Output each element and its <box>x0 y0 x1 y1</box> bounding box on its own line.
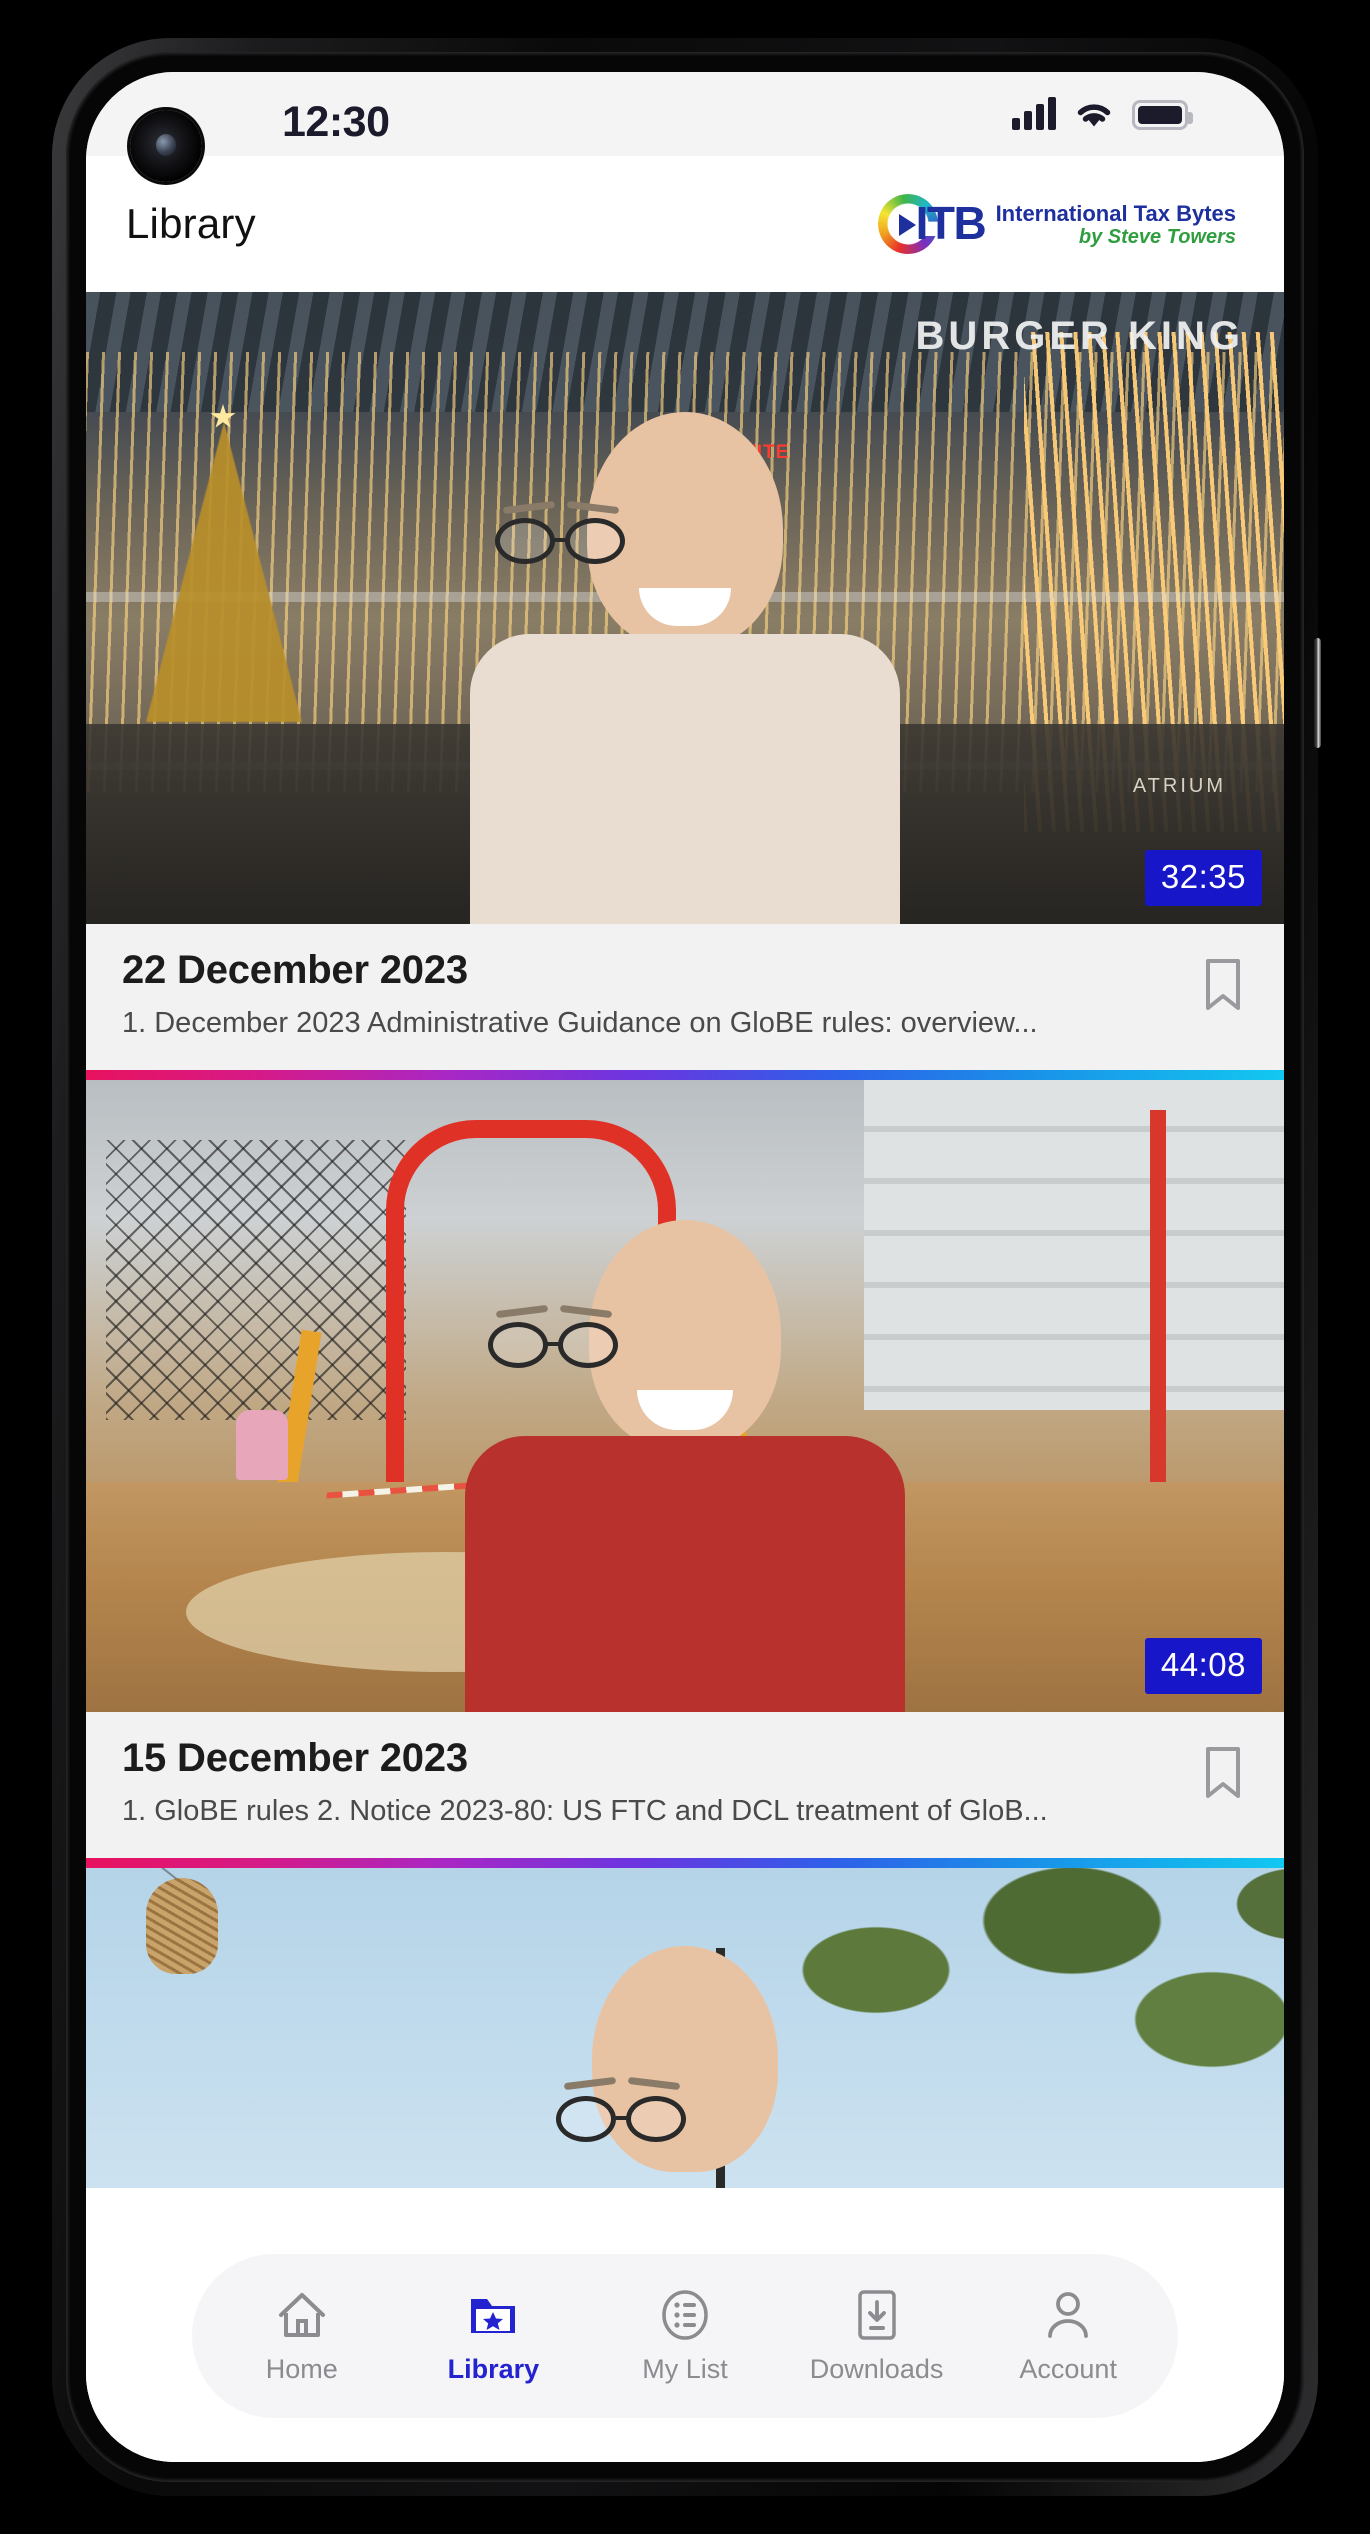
video-description: 1. December 2023 Administrative Guidance… <box>122 1007 1038 1039</box>
front-camera-icon <box>130 110 202 182</box>
itb-logo-wordmark: International Tax Bytes by Steve Towers <box>996 199 1236 249</box>
nav-label-account: Account <box>1019 2353 1117 2384</box>
app-header: Library ITB International Tax Bytes by S… <box>86 156 1284 292</box>
signal-bars-icon <box>1012 96 1056 130</box>
nav-label-downloads: Downloads <box>809 2353 944 2384</box>
mall-sign-atrium: ATRIUM <box>1132 775 1226 797</box>
video-duration-badge: 44:08 <box>1144 1638 1262 1694</box>
wifi-icon <box>1074 96 1114 130</box>
itb-logo-line1: International Tax Bytes <box>995 201 1236 227</box>
thumbnail-scene-outdoor <box>86 1868 1284 2188</box>
video-card[interactable] <box>86 1868 1284 2188</box>
phone-screen: 12:30 Library ITB International Tax Byte… <box>86 72 1284 2462</box>
video-thumbnail[interactable]: BURGER KING BIG APPETITE ATRIUM <box>86 292 1284 924</box>
presenter-figure <box>450 1220 920 1712</box>
nav-label-home: Home <box>265 2353 338 2384</box>
video-card-info: 15 December 2023 1. GloBE rules 2. Notic… <box>86 1712 1284 1858</box>
nav-item-library[interactable]: Library <box>403 2288 583 2385</box>
card-gradient-divider <box>86 1070 1284 1080</box>
mall-sign-main: BURGER KING <box>915 314 1244 358</box>
video-duration-badge: 32:35 <box>1144 850 1262 906</box>
video-date: 15 December 2023 <box>122 1736 468 1780</box>
nav-item-my-list[interactable]: My List <box>595 2288 775 2385</box>
itb-logo-text: ITB <box>915 197 987 249</box>
christmas-tree-icon <box>146 422 302 722</box>
status-bar: 12:30 <box>86 72 1284 156</box>
presenter-figure <box>520 1946 850 2188</box>
video-description: 1. GloBE rules 2. Notice 2023-80: US FTC… <box>122 1795 1048 1827</box>
library-video-list[interactable]: BURGER KING BIG APPETITE ATRIUM <box>86 292 1284 2462</box>
video-card-info: 22 December 2023 1. December 2023 Admini… <box>86 924 1284 1070</box>
phone-download-icon <box>850 2288 904 2342</box>
page-title: Library <box>126 200 256 247</box>
folder-star-icon <box>466 2288 520 2342</box>
thumbnail-scene-mall: BURGER KING BIG APPETITE ATRIUM <box>86 292 1284 924</box>
home-icon <box>275 2288 329 2342</box>
itb-logo-line2: by Steve Towers <box>1078 226 1236 249</box>
bookmark-button[interactable] <box>1204 958 1242 1012</box>
nav-label-my-list: My List <box>642 2353 728 2384</box>
status-bar-clock: 12:30 <box>282 98 390 146</box>
thumbnail-scene-playground <box>86 1080 1284 1712</box>
nav-item-downloads[interactable]: Downloads <box>787 2288 967 2385</box>
status-bar-icons <box>1012 96 1193 130</box>
video-card[interactable]: BURGER KING BIG APPETITE ATRIUM <box>86 292 1284 1080</box>
itb-brand-logo[interactable]: ITB International Tax Bytes by Steve Tow… <box>877 192 1236 256</box>
battery-fill <box>1138 106 1182 124</box>
presenter-figure <box>455 412 915 924</box>
power-button[interactable] <box>1314 638 1321 748</box>
video-thumbnail[interactable]: 44:08 <box>86 1080 1284 1712</box>
bookmark-button[interactable] <box>1204 1746 1242 1800</box>
nav-item-account[interactable]: Account <box>978 2288 1158 2385</box>
hanging-lantern-icon <box>146 1878 218 1974</box>
video-card[interactable]: 44:08 15 December 2023 1. GloBE rules 2.… <box>86 1080 1284 1868</box>
play-triangle-icon <box>898 214 916 236</box>
bottom-navigation-bar: Home Library My List Downloads Account <box>192 2254 1178 2418</box>
person-icon <box>1041 2288 1095 2342</box>
video-thumbnail[interactable] <box>86 1868 1284 2188</box>
nav-item-home[interactable]: Home <box>212 2288 392 2385</box>
list-circle-icon <box>658 2288 712 2342</box>
battery-icon <box>1132 100 1193 130</box>
nav-label-library: Library <box>447 2353 540 2384</box>
itb-logo-mark: ITB <box>877 192 987 256</box>
video-date: 22 December 2023 <box>122 948 468 992</box>
bottom-nav-container: Home Library My List Downloads Account <box>86 2236 1284 2462</box>
card-gradient-divider <box>86 1858 1284 1868</box>
